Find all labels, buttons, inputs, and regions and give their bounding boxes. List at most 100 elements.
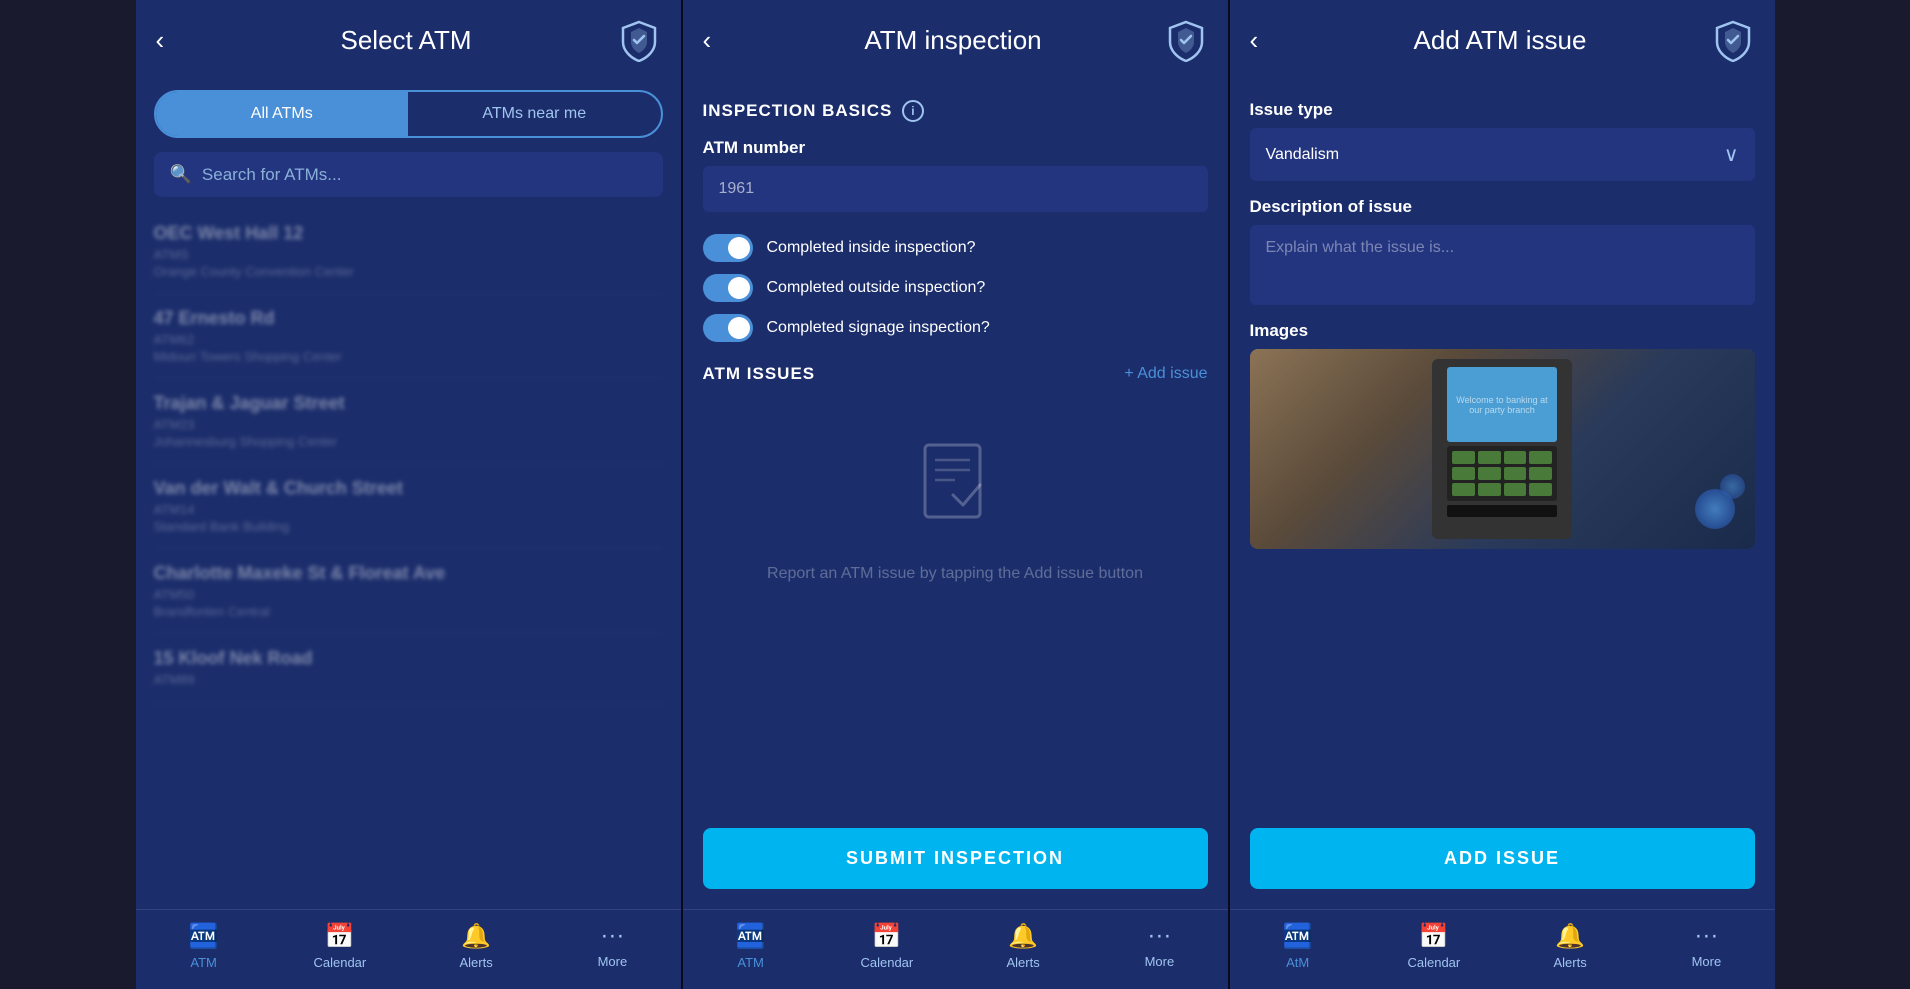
atm-photo: Welcome to banking at our party branch <box>1250 349 1755 549</box>
key <box>1529 483 1552 496</box>
issue-type-value: Vandalism <box>1266 146 1340 164</box>
toggle-outside: Completed outside inspection? <box>703 268 1208 308</box>
section-title-basics: INSPECTION BASICS i <box>703 100 1208 122</box>
atm-number-label: ATM number <box>703 138 1208 158</box>
nav-item-more[interactable]: ··· More <box>1638 922 1774 973</box>
back-button[interactable]: ‹ <box>1250 25 1290 56</box>
nav-item-more[interactable]: ··· More <box>544 922 680 973</box>
toggle-signage: Completed signage inspection? <box>703 308 1208 348</box>
atm-location: Standard Bank Building <box>154 519 663 534</box>
atm-image-container: Welcome to banking at our party branch <box>1250 349 1755 549</box>
more-nav-label: More <box>1692 954 1722 969</box>
list-item[interactable]: Van der Walt & Church Street ATM14 Stand… <box>154 464 663 549</box>
issue-type-field: Issue type Vandalism ∨ <box>1250 100 1755 181</box>
atm-machine-visual: Welcome to banking at our party branch <box>1432 359 1572 539</box>
header-inspection: ‹ ATM inspection <box>683 0 1228 80</box>
more-nav-icon: ··· <box>1694 922 1718 950</box>
nav-item-more[interactable]: ··· More <box>1091 922 1227 973</box>
brand-logo <box>1164 18 1208 62</box>
nav-item-alerts[interactable]: 🔔 Alerts <box>408 922 544 973</box>
images-label: Images <box>1250 321 1755 341</box>
search-icon: 🔍 <box>170 164 192 185</box>
description-field: Description of issue Explain what the is… <box>1250 197 1755 305</box>
tab-all-atms[interactable]: All ATMs <box>156 92 409 136</box>
nav-item-atm[interactable]: 🏧 ATM <box>136 922 272 973</box>
nav-item-atm[interactable]: 🏧 ATM <box>683 922 819 973</box>
search-placeholder: Search for ATMs... <box>202 165 342 185</box>
atm-card-slot <box>1447 505 1557 517</box>
atm-keypad-visual <box>1447 446 1557 501</box>
key <box>1452 467 1475 480</box>
more-nav-label: More <box>1145 954 1175 969</box>
calendar-nav-label: Calendar <box>860 955 913 970</box>
toggle-signage-switch[interactable] <box>703 314 753 342</box>
atm-name: Trajan & Jaguar Street <box>154 393 663 414</box>
add-issue-button[interactable]: + Add issue <box>1124 365 1207 383</box>
bottom-navigation: 🏧 AtM 📅 Calendar 🔔 Alerts ··· More <box>1230 909 1775 989</box>
issues-section-header: ATM ISSUES + Add issue <box>703 364 1208 384</box>
nav-item-calendar[interactable]: 📅 Calendar <box>272 922 408 973</box>
back-button[interactable]: ‹ <box>703 25 743 56</box>
key <box>1478 451 1501 464</box>
header-select-atm: ‹ Select ATM <box>136 0 681 80</box>
calendar-nav-icon: 📅 <box>1419 922 1449 951</box>
atm-location: Johannesburg Shopping Center <box>154 434 663 449</box>
toggle-inside-label: Completed inside inspection? <box>767 239 976 257</box>
nav-item-alerts[interactable]: 🔔 Alerts <box>955 922 1091 973</box>
atm-screen-visual: Welcome to banking at our party branch <box>1447 367 1557 442</box>
list-item[interactable]: Charlotte Maxeke St & Floreat Ave ATM50 … <box>154 549 663 634</box>
bottom-navigation: 🏧 ATM 📅 Calendar 🔔 Alerts ··· More <box>136 909 681 989</box>
nav-item-alerts[interactable]: 🔔 Alerts <box>1502 922 1638 973</box>
list-item[interactable]: OEC West Hall 12 ATMS Orange County Conv… <box>154 209 663 294</box>
toggle-outside-switch[interactable] <box>703 274 753 302</box>
alerts-nav-label: Alerts <box>460 955 493 970</box>
atm-number-input[interactable]: 1961 <box>703 166 1208 212</box>
atm-location: Midouri Towers Shopping Center <box>154 349 663 364</box>
submit-inspection-button[interactable]: SUBMIT INSPECTION <box>703 828 1208 889</box>
tab-atms-near-me[interactable]: ATMs near me <box>408 92 661 136</box>
issue-type-dropdown[interactable]: Vandalism ∨ <box>1250 128 1755 181</box>
atm-code: ATM23 <box>154 417 663 432</box>
empty-issues-state: Report an ATM issue by tapping the Add i… <box>703 400 1208 626</box>
key <box>1452 483 1475 496</box>
atm-nav-icon: 🏧 <box>189 922 219 951</box>
nav-item-atm[interactable]: 🏧 AtM <box>1230 922 1366 973</box>
nav-item-calendar[interactable]: 📅 Calendar <box>819 922 955 973</box>
toggle-inside: Completed inside inspection? <box>703 228 1208 268</box>
list-item[interactable]: 15 Kloof Nek Road ATM89 <box>154 634 663 704</box>
search-bar[interactable]: 🔍 Search for ATMs... <box>154 152 663 197</box>
list-item[interactable]: Trajan & Jaguar Street ATM23 Johannesbur… <box>154 379 663 464</box>
atm-name: OEC West Hall 12 <box>154 223 663 244</box>
images-section: Images Welcome to banking at our party b… <box>1250 321 1755 549</box>
brand-logo <box>1711 18 1755 62</box>
page-title: Select ATM <box>196 25 617 56</box>
atm-nav-icon: 🏧 <box>1283 922 1313 951</box>
alerts-nav-icon: 🔔 <box>1008 922 1038 951</box>
page-title: ATM inspection <box>743 25 1164 56</box>
decorative-orb-small <box>1720 474 1745 499</box>
alerts-nav-icon: 🔔 <box>461 922 491 951</box>
atm-screen-text: Welcome to banking at our party branch <box>1447 391 1557 419</box>
key <box>1504 467 1527 480</box>
empty-issues-text: Report an ATM issue by tapping the Add i… <box>767 562 1143 586</box>
atm-name: 15 Kloof Nek Road <box>154 648 663 669</box>
nav-item-calendar[interactable]: 📅 Calendar <box>1366 922 1502 973</box>
atm-name: Charlotte Maxeke St & Floreat Ave <box>154 563 663 584</box>
calendar-nav-label: Calendar <box>1407 955 1460 970</box>
calendar-nav-icon: 📅 <box>872 922 902 951</box>
atm-nav-label: AtM <box>1286 955 1309 970</box>
more-nav-icon: ··· <box>600 922 624 950</box>
screen-content: Issue type Vandalism ∨ Description of is… <box>1230 80 1775 909</box>
list-item[interactable]: 47 Ernesto Rd ATM62 Midouri Towers Shopp… <box>154 294 663 379</box>
add-issue-button[interactable]: ADD ISSUE <box>1250 828 1755 889</box>
back-button[interactable]: ‹ <box>156 25 196 56</box>
atm-code: ATMS <box>154 247 663 262</box>
info-icon[interactable]: i <box>902 100 924 122</box>
atm-nav-icon: 🏧 <box>736 922 766 951</box>
screen-content: All ATMs ATMs near me 🔍 Search for ATMs.… <box>136 80 681 909</box>
key <box>1478 483 1501 496</box>
atm-name: Van der Walt & Church Street <box>154 478 663 499</box>
atm-location: Orange County Convention Center <box>154 264 663 279</box>
description-input[interactable]: Explain what the issue is... <box>1250 225 1755 305</box>
toggle-inside-switch[interactable] <box>703 234 753 262</box>
